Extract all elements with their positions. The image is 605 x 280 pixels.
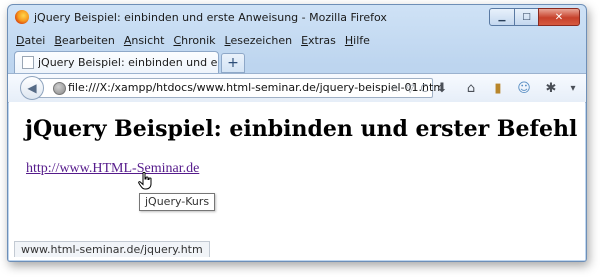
status-bar: www.html-seminar.de/jquery.htm [14, 241, 210, 257]
link-tooltip: jQuery-Kurs [139, 193, 216, 211]
menu-bar: Datei Bearbeiten Ansicht Chronik Lesezei… [8, 31, 586, 49]
bookmark-star-icon[interactable]: ☆ [390, 82, 400, 95]
menu-hilfe[interactable]: Hilfe [345, 34, 370, 47]
tab-label: jQuery Beispiel: einbinden und erste An.… [38, 56, 218, 69]
close-button[interactable]: ✕ [538, 8, 580, 26]
navigation-toolbar: file:///X:/xampp/htdocs/www.html-seminar… [8, 73, 586, 103]
menu-chronik[interactable]: Chronik [173, 34, 215, 47]
title-bar: jQuery Beispiel: einbinden und erste Anw… [8, 5, 586, 31]
page-favicon-icon [22, 56, 34, 69]
window-title: jQuery Beispiel: einbinden und erste Anw… [34, 11, 387, 24]
url-bar-icons: ☆ ▽ C [384, 80, 428, 96]
maximize-button[interactable]: □ [514, 8, 539, 26]
browser-window: jQuery Beispiel: einbinden und erste Anw… [7, 4, 587, 262]
url-bar[interactable]: file:///X:/xampp/htdocs/www.html-seminar… [38, 78, 444, 98]
page-heading: jQuery Beispiel: einbinden und erster Be… [25, 116, 578, 142]
menu-lesezeichen[interactable]: Lesezeichen [225, 34, 293, 47]
menu-extras[interactable]: Extras [301, 34, 336, 47]
new-tab-button[interactable]: + [221, 53, 245, 73]
firefox-logo-icon [15, 10, 29, 24]
menu-datei[interactable]: Datei [16, 34, 45, 47]
download-icon[interactable]: ⬇ [434, 80, 450, 96]
menu-chevron-icon[interactable]: ▾ [565, 80, 581, 96]
minimize-button[interactable]: ▁ [489, 8, 515, 26]
bookmarks-icon[interactable]: ▮ [490, 80, 506, 96]
chat-icon[interactable]: ☺ [516, 80, 532, 96]
menu-ansicht[interactable]: Ansicht [124, 34, 165, 47]
tab-strip: jQuery Beispiel: einbinden und erste An.… [8, 51, 586, 73]
globe-icon [53, 82, 66, 95]
window-controls: ▁ □ ✕ [489, 8, 580, 26]
tab-active[interactable]: jQuery Beispiel: einbinden und erste An.… [14, 51, 219, 73]
reload-icon[interactable]: C [420, 82, 428, 95]
menu-bearbeiten[interactable]: Bearbeiten [54, 34, 114, 47]
hand-cursor-icon [138, 172, 152, 190]
seminar-link[interactable]: http://www.HTML-Seminar.de [26, 161, 199, 177]
back-button[interactable]: ◀ [20, 76, 44, 100]
addons-icon[interactable]: ✱ [543, 80, 559, 96]
history-dropdown-icon[interactable]: ▽ [406, 82, 414, 95]
page-content: jQuery Beispiel: einbinden und erster Be… [9, 102, 585, 260]
home-icon[interactable]: ⌂ [463, 80, 479, 96]
